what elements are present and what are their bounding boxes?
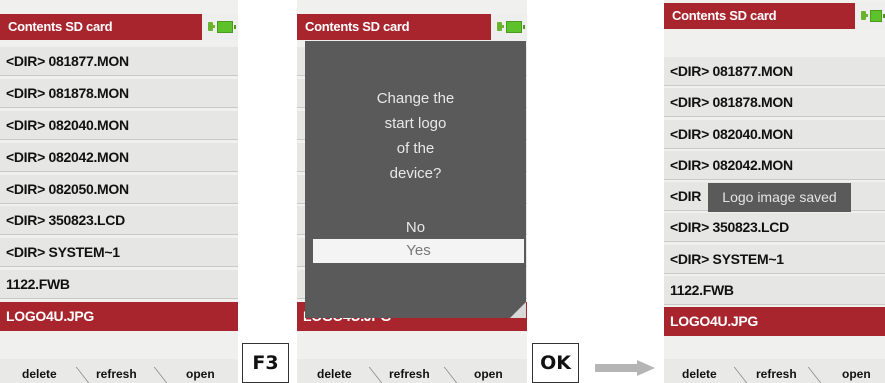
toast-message: Logo image saved [708,183,851,212]
title-bar: Contents SD card [664,3,885,29]
file-list: <DIR> 081877.MON <DIR> 081878.MON <DIR> … [0,47,238,334]
delete-button[interactable]: delete [682,367,717,381]
title-bar: Contents SD card [0,14,238,40]
battery-icon [506,21,525,33]
list-item[interactable]: <DIR> 081877.MON [0,47,238,76]
list-item[interactable]: <DIR> 350823.LCD [664,213,885,243]
list-item[interactable]: <DIR> 081877.MON [664,57,885,86]
open-button[interactable]: open [474,367,503,381]
refresh-button[interactable]: refresh [756,367,797,381]
list-item-selected[interactable]: LOGO4U.JPG [0,302,238,332]
arrow-right-icon [595,360,655,376]
dialog-question: Change the start logo of the device? [376,90,455,182]
softkey-divider [153,367,168,383]
power-plug-icon [208,22,215,31]
refresh-button[interactable]: refresh [389,367,430,381]
page-title: Contents SD card [8,19,113,34]
softkey-divider [443,367,458,383]
softkey-bar: delete refresh open [664,359,885,383]
confirm-dialog: Change the start logo of the device? No … [305,41,526,318]
page-title: Contents SD card [305,19,410,34]
softkey-divider [733,367,748,383]
no-option[interactable]: No [305,219,526,236]
list-item[interactable]: <DIR> 081878.MON [0,78,238,108]
status-area [855,3,885,29]
open-button[interactable]: open [842,367,871,381]
status-area [491,14,527,40]
ok-key: OK [532,343,579,383]
list-item[interactable]: <DIR> 081878.MON [664,88,885,118]
list-item[interactable]: <DIR> 082040.MON [0,110,238,140]
power-plug-icon [497,22,504,31]
delete-button[interactable]: delete [317,367,352,381]
power-plug-icon [861,11,868,20]
softkey-divider [368,367,383,383]
open-button[interactable]: open [186,367,215,381]
screen-1: Contents SD card <DIR> 081877.MON <DIR> … [0,0,238,383]
softkey-bar: delete refresh open [297,359,527,383]
list-item[interactable]: <DIR> SYSTEM~1 [0,238,238,268]
refresh-button[interactable]: refresh [96,367,137,381]
f3-key: F3 [242,343,289,383]
list-item[interactable]: <DIR> SYSTEM~1 [664,244,885,274]
list-item[interactable]: <DIR> 350823.LCD [0,206,238,236]
list-item[interactable]: <DIR> 082042.MON [0,142,238,172]
softkey-bar: delete refresh open [0,359,238,383]
title-bar: Contents SD card [297,14,527,40]
screen-2: Contents SD card LOGO4U.JPG Change the s… [297,0,527,383]
battery-icon [870,10,885,22]
status-area [202,14,238,40]
list-item[interactable]: <DIR> 082040.MON [664,119,885,149]
list-item[interactable]: <DIR> 082042.MON [664,150,885,180]
page-title: Contents SD card [672,8,777,23]
delete-button[interactable]: delete [22,367,57,381]
softkey-divider [807,367,822,383]
softkey-divider [75,367,90,383]
yes-option[interactable]: Yes [313,239,524,263]
list-item[interactable]: 1122.FWB [664,276,885,306]
list-item-selected[interactable]: LOGO4U.JPG [664,307,885,337]
list-item[interactable]: <DIR> 082050.MON [0,174,238,204]
dialog-corner [510,302,526,318]
battery-icon [217,21,236,33]
list-item[interactable]: 1122.FWB [0,270,238,300]
